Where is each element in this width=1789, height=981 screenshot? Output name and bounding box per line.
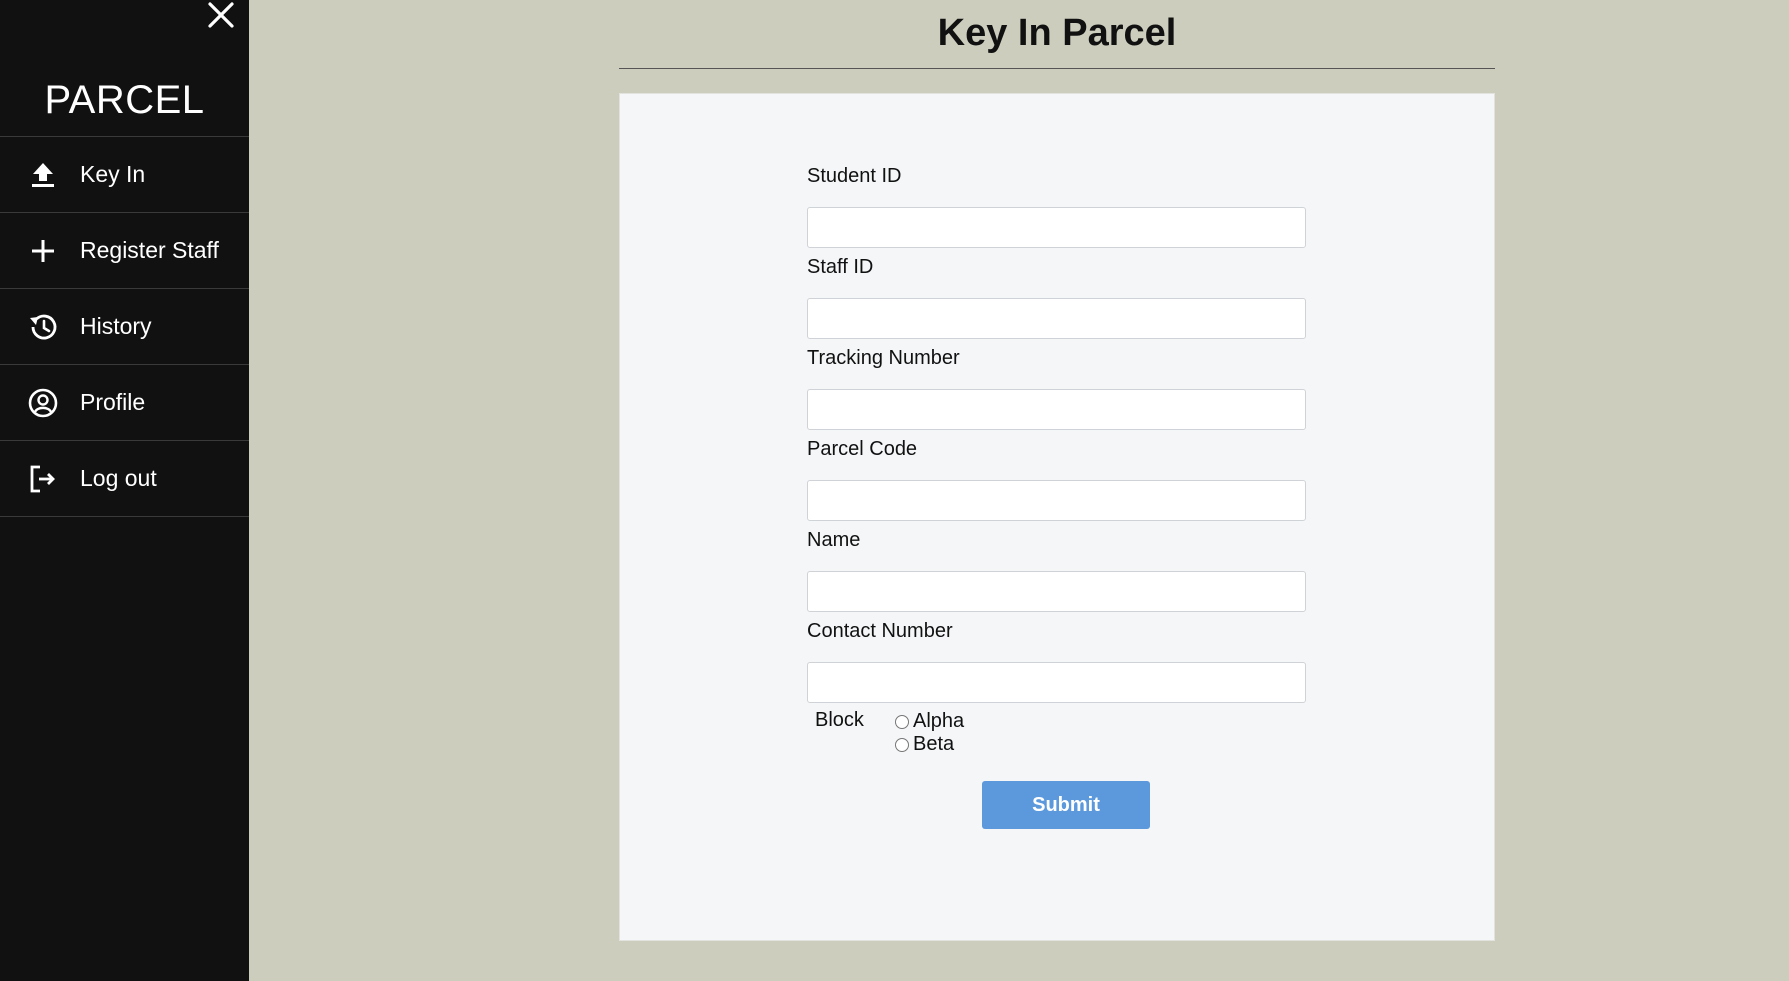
sidebar-nav: Key In Register Staff History Profile Lo… xyxy=(0,136,249,517)
block-label: Block xyxy=(815,709,864,731)
user-circle-icon xyxy=(27,387,59,419)
title-divider xyxy=(619,68,1495,69)
sidebar-item-key-in[interactable]: Key In xyxy=(0,137,249,213)
contact-number-input[interactable] xyxy=(807,662,1306,703)
sidebar-item-label: Key In xyxy=(80,161,146,187)
student-id-label: Student ID xyxy=(807,165,902,187)
contact-number-label: Contact Number xyxy=(807,620,953,642)
history-icon xyxy=(27,311,59,343)
sidebar-item-history[interactable]: History xyxy=(0,289,249,365)
block-option-alpha[interactable]: Alpha xyxy=(894,710,964,733)
submit-button[interactable]: Submit xyxy=(982,781,1150,829)
sidebar: PARCEL Key In Register Staff History Pro… xyxy=(0,0,249,981)
student-id-input[interactable] xyxy=(807,207,1306,248)
name-label: Name xyxy=(807,529,861,551)
staff-id-input[interactable] xyxy=(807,298,1306,339)
sidebar-item-label: Register Staff xyxy=(80,237,219,263)
close-icon[interactable] xyxy=(206,0,236,30)
sidebar-item-log-out[interactable]: Log out xyxy=(0,441,249,517)
block-radio-beta[interactable] xyxy=(895,737,909,752)
sidebar-item-label: Profile xyxy=(80,389,146,415)
block-option-label: Alpha xyxy=(913,710,965,732)
name-input[interactable] xyxy=(807,571,1306,612)
page-title: Key In Parcel xyxy=(937,12,1177,54)
block-option-label: Beta xyxy=(913,733,955,755)
parcel-code-input[interactable] xyxy=(807,480,1306,521)
block-radio-alpha[interactable] xyxy=(895,714,909,729)
sidebar-item-register-staff[interactable]: Register Staff xyxy=(0,213,249,289)
upload-icon xyxy=(27,159,59,191)
block-option-beta[interactable]: Beta xyxy=(894,733,954,756)
parcel-code-label: Parcel Code xyxy=(807,438,918,460)
staff-id-label: Staff ID xyxy=(807,256,874,278)
logout-icon xyxy=(27,463,59,495)
sidebar-item-profile[interactable]: Profile xyxy=(0,365,249,441)
tracking-number-input[interactable] xyxy=(807,389,1306,430)
brand-title: PARCEL xyxy=(44,78,205,122)
tracking-number-label: Tracking Number xyxy=(807,347,960,369)
sidebar-item-label: History xyxy=(80,313,152,339)
plus-icon xyxy=(27,235,59,267)
sidebar-item-label: Log out xyxy=(80,465,157,491)
